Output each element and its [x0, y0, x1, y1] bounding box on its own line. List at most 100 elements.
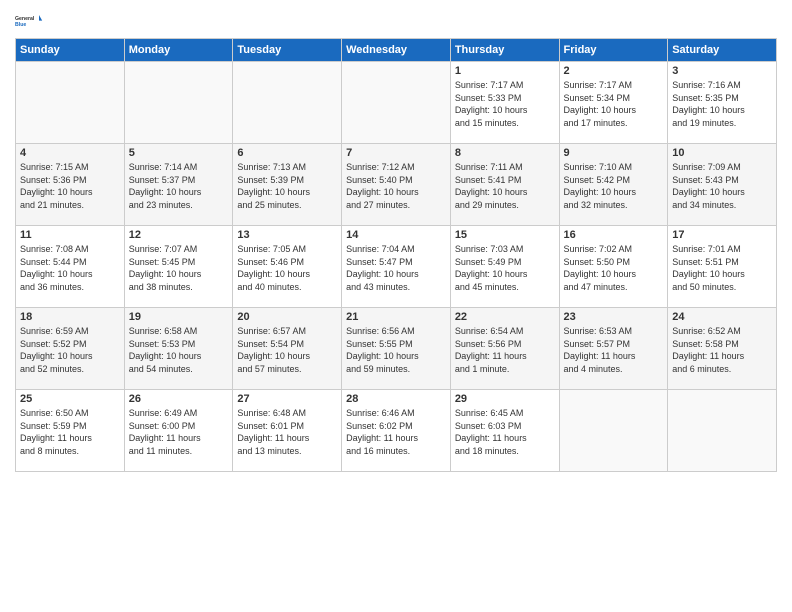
- svg-text:Blue: Blue: [15, 22, 26, 28]
- day-header-sunday: Sunday: [16, 39, 125, 62]
- day-info: Sunrise: 6:53 AM Sunset: 5:57 PM Dayligh…: [564, 325, 664, 375]
- week-row-1: 1 Sunrise: 7:17 AM Sunset: 5:33 PM Daylig…: [16, 62, 777, 144]
- day-number: 15: [455, 229, 555, 241]
- calendar-cell: [668, 390, 777, 472]
- day-info: Sunrise: 7:17 AM Sunset: 5:33 PM Dayligh…: [455, 79, 555, 129]
- day-info: Sunrise: 7:13 AM Sunset: 5:39 PM Dayligh…: [237, 161, 337, 211]
- day-info: Sunrise: 6:52 AM Sunset: 5:58 PM Dayligh…: [672, 325, 772, 375]
- calendar-cell: 13 Sunrise: 7:05 AM Sunset: 5:46 PM Dayli…: [233, 226, 342, 308]
- day-number: 3: [672, 65, 772, 77]
- page-container: GeneralBlue SundayMondayTuesdayWednesday…: [0, 0, 792, 482]
- day-header-monday: Monday: [124, 39, 233, 62]
- day-number: 6: [237, 147, 337, 159]
- day-info: Sunrise: 6:54 AM Sunset: 5:56 PM Dayligh…: [455, 325, 555, 375]
- day-info: Sunrise: 6:48 AM Sunset: 6:01 PM Dayligh…: [237, 407, 337, 457]
- calendar-cell: 9 Sunrise: 7:10 AM Sunset: 5:42 PM Daylig…: [559, 144, 668, 226]
- day-number: 17: [672, 229, 772, 241]
- day-number: 11: [20, 229, 120, 241]
- day-number: 25: [20, 393, 120, 405]
- day-number: 29: [455, 393, 555, 405]
- calendar-cell: 22 Sunrise: 6:54 AM Sunset: 5:56 PM Dayli…: [450, 308, 559, 390]
- day-info: Sunrise: 6:45 AM Sunset: 6:03 PM Dayligh…: [455, 407, 555, 457]
- day-info: Sunrise: 7:05 AM Sunset: 5:46 PM Dayligh…: [237, 243, 337, 293]
- day-info: Sunrise: 7:17 AM Sunset: 5:34 PM Dayligh…: [564, 79, 664, 129]
- day-number: 13: [237, 229, 337, 241]
- logo-icon: GeneralBlue: [15, 10, 43, 32]
- calendar-cell: 12Sunrise: 7:07 AM Sunset: 5:45 PM Dayli…: [124, 226, 233, 308]
- day-number: 5: [129, 147, 229, 159]
- day-number: 28: [346, 393, 446, 405]
- day-number: 27: [237, 393, 337, 405]
- logo: GeneralBlue: [15, 10, 43, 32]
- calendar-cell: 25 Sunrise: 6:50 AM Sunset: 5:59 PM Dayli…: [16, 390, 125, 472]
- calendar-cell: 6 Sunrise: 7:13 AM Sunset: 5:39 PM Daylig…: [233, 144, 342, 226]
- calendar-cell: [233, 62, 342, 144]
- day-number: 26: [129, 393, 229, 405]
- day-number: 22: [455, 311, 555, 323]
- week-row-5: 25 Sunrise: 6:50 AM Sunset: 5:59 PM Dayli…: [16, 390, 777, 472]
- day-info: Sunrise: 7:03 AM Sunset: 5:49 PM Dayligh…: [455, 243, 555, 293]
- calendar-cell: 3 Sunrise: 7:16 AM Sunset: 5:35 PM Daylig…: [668, 62, 777, 144]
- day-number: 19: [129, 311, 229, 323]
- calendar-cell: 14 Sunrise: 7:04 AM Sunset: 5:47 PM Dayli…: [342, 226, 451, 308]
- day-info: Sunrise: 6:57 AM Sunset: 5:54 PM Dayligh…: [237, 325, 337, 375]
- calendar-cell: 24 Sunrise: 6:52 AM Sunset: 5:58 PM Dayli…: [668, 308, 777, 390]
- calendar-cell: 4Sunrise: 7:15 AM Sunset: 5:36 PM Daylig…: [16, 144, 125, 226]
- svg-text:General: General: [15, 16, 35, 22]
- calendar-cell: 1 Sunrise: 7:17 AM Sunset: 5:33 PM Daylig…: [450, 62, 559, 144]
- day-info: Sunrise: 7:14 AM Sunset: 5:37 PM Dayligh…: [129, 161, 229, 211]
- calendar-cell: 23Sunrise: 6:53 AM Sunset: 5:57 PM Dayli…: [559, 308, 668, 390]
- calendar-cell: 26 Sunrise: 6:49 AM Sunset: 6:00 PM Dayli…: [124, 390, 233, 472]
- day-header-wednesday: Wednesday: [342, 39, 451, 62]
- day-number: 18: [20, 311, 120, 323]
- day-header-friday: Friday: [559, 39, 668, 62]
- day-number: 9: [564, 147, 664, 159]
- calendar-cell: [16, 62, 125, 144]
- day-number: 7: [346, 147, 446, 159]
- calendar-cell: [342, 62, 451, 144]
- calendar-cell: [124, 62, 233, 144]
- day-info: Sunrise: 7:02 AM Sunset: 5:50 PM Dayligh…: [564, 243, 664, 293]
- day-number: 1: [455, 65, 555, 77]
- day-number: 14: [346, 229, 446, 241]
- day-info: Sunrise: 6:56 AM Sunset: 5:55 PM Dayligh…: [346, 325, 446, 375]
- day-number: 24: [672, 311, 772, 323]
- calendar-cell: 10Sunrise: 7:09 AM Sunset: 5:43 PM Dayli…: [668, 144, 777, 226]
- day-info: Sunrise: 6:58 AM Sunset: 5:53 PM Dayligh…: [129, 325, 229, 375]
- calendar-cell: 7Sunrise: 7:12 AM Sunset: 5:40 PM Daylig…: [342, 144, 451, 226]
- day-info: Sunrise: 7:01 AM Sunset: 5:51 PM Dayligh…: [672, 243, 772, 293]
- calendar-cell: 17 Sunrise: 7:01 AM Sunset: 5:51 PM Dayli…: [668, 226, 777, 308]
- day-number: 2: [564, 65, 664, 77]
- day-number: 10: [672, 147, 772, 159]
- day-info: Sunrise: 7:04 AM Sunset: 5:47 PM Dayligh…: [346, 243, 446, 293]
- day-number: 8: [455, 147, 555, 159]
- calendar-cell: 2 Sunrise: 7:17 AM Sunset: 5:34 PM Daylig…: [559, 62, 668, 144]
- day-number: 4: [20, 147, 120, 159]
- day-number: 12: [129, 229, 229, 241]
- calendar-cell: 27 Sunrise: 6:48 AM Sunset: 6:01 PM Dayli…: [233, 390, 342, 472]
- day-info: Sunrise: 7:10 AM Sunset: 5:42 PM Dayligh…: [564, 161, 664, 211]
- calendar-cell: 21Sunrise: 6:56 AM Sunset: 5:55 PM Dayli…: [342, 308, 451, 390]
- day-header-tuesday: Tuesday: [233, 39, 342, 62]
- week-row-4: 18 Sunrise: 6:59 AM Sunset: 5:52 PM Dayli…: [16, 308, 777, 390]
- day-info: Sunrise: 7:16 AM Sunset: 5:35 PM Dayligh…: [672, 79, 772, 129]
- header: GeneralBlue: [15, 10, 777, 32]
- calendar-cell: 8 Sunrise: 7:11 AM Sunset: 5:41 PM Daylig…: [450, 144, 559, 226]
- header-row: SundayMondayTuesdayWednesdayThursdayFrid…: [16, 39, 777, 62]
- calendar-cell: 29 Sunrise: 6:45 AM Sunset: 6:03 PM Dayli…: [450, 390, 559, 472]
- day-number: 20: [237, 311, 337, 323]
- calendar-cell: 15 Sunrise: 7:03 AM Sunset: 5:49 PM Dayli…: [450, 226, 559, 308]
- calendar-cell: 28 Sunrise: 6:46 AM Sunset: 6:02 PM Dayli…: [342, 390, 451, 472]
- day-info: Sunrise: 6:46 AM Sunset: 6:02 PM Dayligh…: [346, 407, 446, 457]
- day-info: Sunrise: 6:59 AM Sunset: 5:52 PM Dayligh…: [20, 325, 120, 375]
- day-info: Sunrise: 7:11 AM Sunset: 5:41 PM Dayligh…: [455, 161, 555, 211]
- calendar-cell: 19 Sunrise: 6:58 AM Sunset: 5:53 PM Dayli…: [124, 308, 233, 390]
- calendar-cell: 11 Sunrise: 7:08 AM Sunset: 5:44 PM Dayli…: [16, 226, 125, 308]
- day-info: Sunrise: 6:50 AM Sunset: 5:59 PM Dayligh…: [20, 407, 120, 457]
- calendar-cell: [559, 390, 668, 472]
- calendar-cell: 16 Sunrise: 7:02 AM Sunset: 5:50 PM Dayli…: [559, 226, 668, 308]
- calendar-table: SundayMondayTuesdayWednesdayThursdayFrid…: [15, 38, 777, 472]
- day-number: 16: [564, 229, 664, 241]
- day-info: Sunrise: 7:08 AM Sunset: 5:44 PM Dayligh…: [20, 243, 120, 293]
- day-info: Sunrise: 6:49 AM Sunset: 6:00 PM Dayligh…: [129, 407, 229, 457]
